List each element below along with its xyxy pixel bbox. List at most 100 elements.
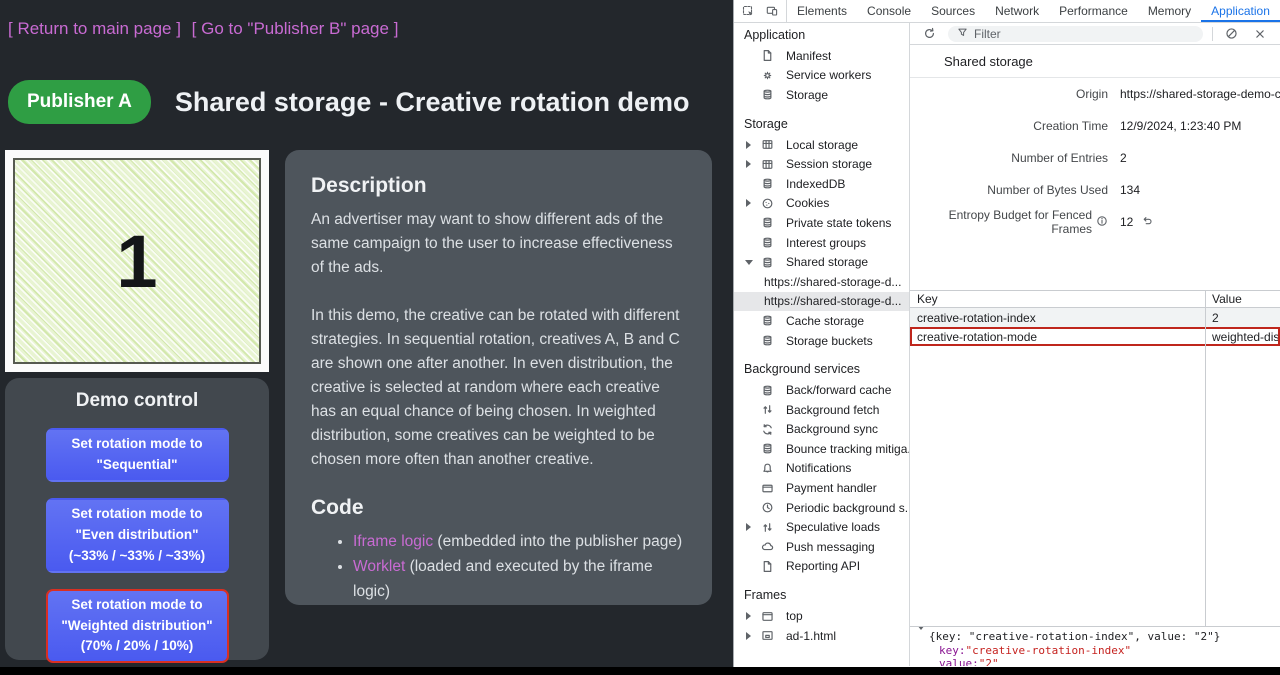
set-even-distribution-button[interactable]: Set rotation mode to "Even distribution"… [46,498,229,573]
sidebar-item-frame-top[interactable]: top [734,606,909,626]
expander-icon[interactable] [744,160,753,168]
sidebar-item-frame-ad1[interactable]: ad-1.html [734,626,909,646]
sidebar-item-bounce-tracking[interactable]: Bounce tracking mitiga... [734,439,909,459]
block-icon[interactable] [1221,25,1242,43]
device-toolbar-icon[interactable] [761,2,783,20]
tab-application[interactable]: Application [1201,0,1280,22]
sidebar-item-storage-buckets[interactable]: Storage buckets [734,331,909,351]
sidebar-item-background-fetch[interactable]: Background fetch [734,400,909,420]
database-icon [761,88,775,102]
meta-row-entropy-budget: Entropy Budget for Fenced Frames 12 [910,206,1280,238]
worklet-link[interactable]: Worklet [353,558,405,575]
expander-icon[interactable] [744,612,753,620]
refresh-icon[interactable] [919,25,940,43]
meta-value: 2 [1120,151,1280,165]
chevron-down-icon[interactable] [917,630,925,644]
sidebar-item-periodic-background-sync[interactable]: Periodic background s... [734,498,909,518]
sidebar-item-manifest[interactable]: Manifest [734,46,909,66]
filter-input[interactable]: Filter [948,26,1203,42]
cookie-icon [761,196,775,210]
preview-summary-line[interactable]: {key: "creative-rotation-index", value: … [917,630,1280,644]
database-icon [761,334,775,348]
meta-row-creation-time: Creation Time 12/9/2024, 1:23:40 PM [910,110,1280,142]
column-header-value[interactable]: Value [1205,292,1280,306]
section-background-services[interactable]: Background services [734,359,909,380]
meta-value: 12 [1120,215,1280,230]
sidebar-item-reporting-api[interactable]: Reporting API [734,557,909,577]
sidebar-item-indexeddb[interactable]: IndexedDB [734,174,909,194]
set-weighted-distribution-button[interactable]: Set rotation mode to "Weighted distribut… [46,589,229,664]
payment-card-icon [761,481,775,495]
sidebar-item-notifications[interactable]: Notifications [734,459,909,479]
prop-value: "creative-rotation-index" [966,644,1132,658]
tab-sources[interactable]: Sources [921,0,985,22]
column-divider[interactable] [1205,290,1206,627]
sidebar-item-storage[interactable]: Storage [734,85,909,105]
value-cell: 2 [1205,311,1280,325]
undo-icon[interactable] [1141,215,1153,230]
sidebar-item-shared-storage-origin-2[interactable]: https://shared-storage-d... [734,292,909,312]
list-item: Iframe logic (embedded into the publishe… [353,530,686,555]
sidebar-item-shared-storage-origin-1[interactable]: https://shared-storage-d... [734,272,909,292]
devtools-body: Application Manifest Service workers Sto… [734,23,1280,666]
panel-toolbar: Filter [910,23,1280,45]
return-main-page-link[interactable]: [ Return to main page ] [8,19,181,38]
creative-number: 1 [116,219,157,304]
tab-console[interactable]: Console [857,0,921,22]
set-sequential-button[interactable]: Set rotation mode to "Sequential" [46,428,229,482]
panel-title: Shared storage [910,45,1280,78]
tab-memory[interactable]: Memory [1138,0,1201,22]
sidebar-item-service-workers[interactable]: Service workers [734,66,909,86]
column-header-key[interactable]: Key [910,292,1205,306]
description-paragraph-2: In this demo, the creative can be rotate… [311,304,686,472]
sidebar-item-interest-groups[interactable]: Interest groups [734,233,909,253]
database-icon [761,442,775,456]
page-title: Shared storage - Creative rotation demo [175,87,690,118]
section-storage[interactable]: Storage [734,114,909,135]
sidebar-item-speculative-loads[interactable]: Speculative loads [734,517,909,537]
sidebar-item-session-storage[interactable]: Session storage [734,154,909,174]
tab-elements[interactable]: Elements [787,0,857,22]
publisher-b-link[interactable]: [ Go to "Publisher B" page ] [192,19,399,38]
filter-placeholder: Filter [974,27,1001,41]
meta-value: 12/9/2024, 1:23:40 PM [1120,119,1280,133]
section-frames[interactable]: Frames [734,585,909,606]
creative-image: 1 [13,158,261,364]
sidebar-item-cache-storage[interactable]: Cache storage [734,311,909,331]
preview-prop-key: key: "creative-rotation-index" [917,644,1280,658]
sidebar-item-private-state-tokens[interactable]: Private state tokens [734,213,909,233]
inspect-icon[interactable] [737,2,759,20]
close-icon[interactable] [1250,25,1271,43]
sidebar-item-shared-storage[interactable]: Shared storage [734,252,909,272]
expander-icon[interactable] [744,632,753,640]
tab-network[interactable]: Network [985,0,1049,22]
database-icon [761,177,775,191]
arrows-up-down-icon [761,520,775,534]
sidebar-item-background-sync[interactable]: Background sync [734,420,909,440]
preview-prop-value: value: "2" [917,657,1280,666]
table-row-creative-rotation-index[interactable]: creative-rotation-index 2 [910,308,1280,327]
sidebar-item-back-forward-cache[interactable]: Back/forward cache [734,380,909,400]
gear-icon [761,68,775,82]
sidebar-item-local-storage[interactable]: Local storage [734,135,909,155]
publisher-badge: Publisher A [8,80,151,124]
sidebar-item-cookies[interactable]: Cookies [734,194,909,214]
button-line: "Even distribution" [50,525,225,546]
table-row-creative-rotation-mode[interactable]: creative-rotation-mode weighted-distribu… [910,327,1280,346]
expander-icon[interactable] [744,141,753,149]
expander-icon[interactable] [744,523,753,531]
info-icon[interactable] [1096,215,1108,230]
sidebar-item-payment-handler[interactable]: Payment handler [734,478,909,498]
button-line: "Weighted distribution" [50,616,225,637]
iframe-icon [761,629,775,643]
expander-icon[interactable] [744,260,753,265]
section-application[interactable]: Application [734,25,909,46]
table-empty-area [910,346,1280,626]
expander-icon[interactable] [744,199,753,207]
clock-icon [761,501,775,515]
top-nav: [ Return to main page ] [ Go to "Publish… [8,19,404,39]
sidebar-item-push-messaging[interactable]: Push messaging [734,537,909,557]
iframe-logic-link[interactable]: Iframe logic [353,533,433,550]
tab-performance[interactable]: Performance [1049,0,1138,22]
screen: [ Return to main page ] [ Go to "Publish… [0,0,1280,675]
